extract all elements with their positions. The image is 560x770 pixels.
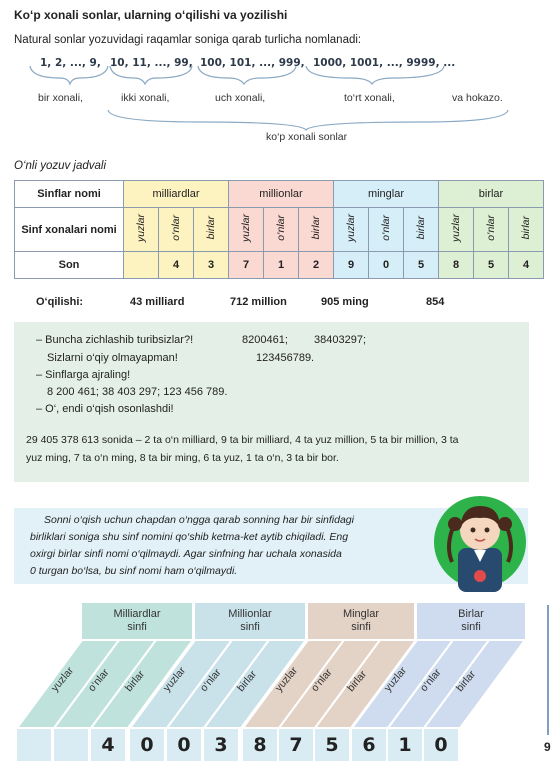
digit-box: 1 — [388, 729, 422, 761]
digit-box: 0 — [130, 729, 164, 761]
digit-box: 6 — [352, 729, 386, 761]
digit-box: 4 — [91, 729, 125, 761]
digit-box: 0 — [424, 729, 458, 761]
digit-box: 8 — [243, 729, 277, 761]
digit-box — [17, 729, 51, 761]
digit-box: 3 — [204, 729, 238, 761]
place-slant-diagram — [15, 605, 549, 735]
digit-box: 5 — [315, 729, 349, 761]
digit-box: 7 — [279, 729, 313, 761]
digit-box: 0 — [167, 729, 201, 761]
digit-box — [54, 729, 88, 761]
page-number: 9 — [544, 740, 551, 754]
